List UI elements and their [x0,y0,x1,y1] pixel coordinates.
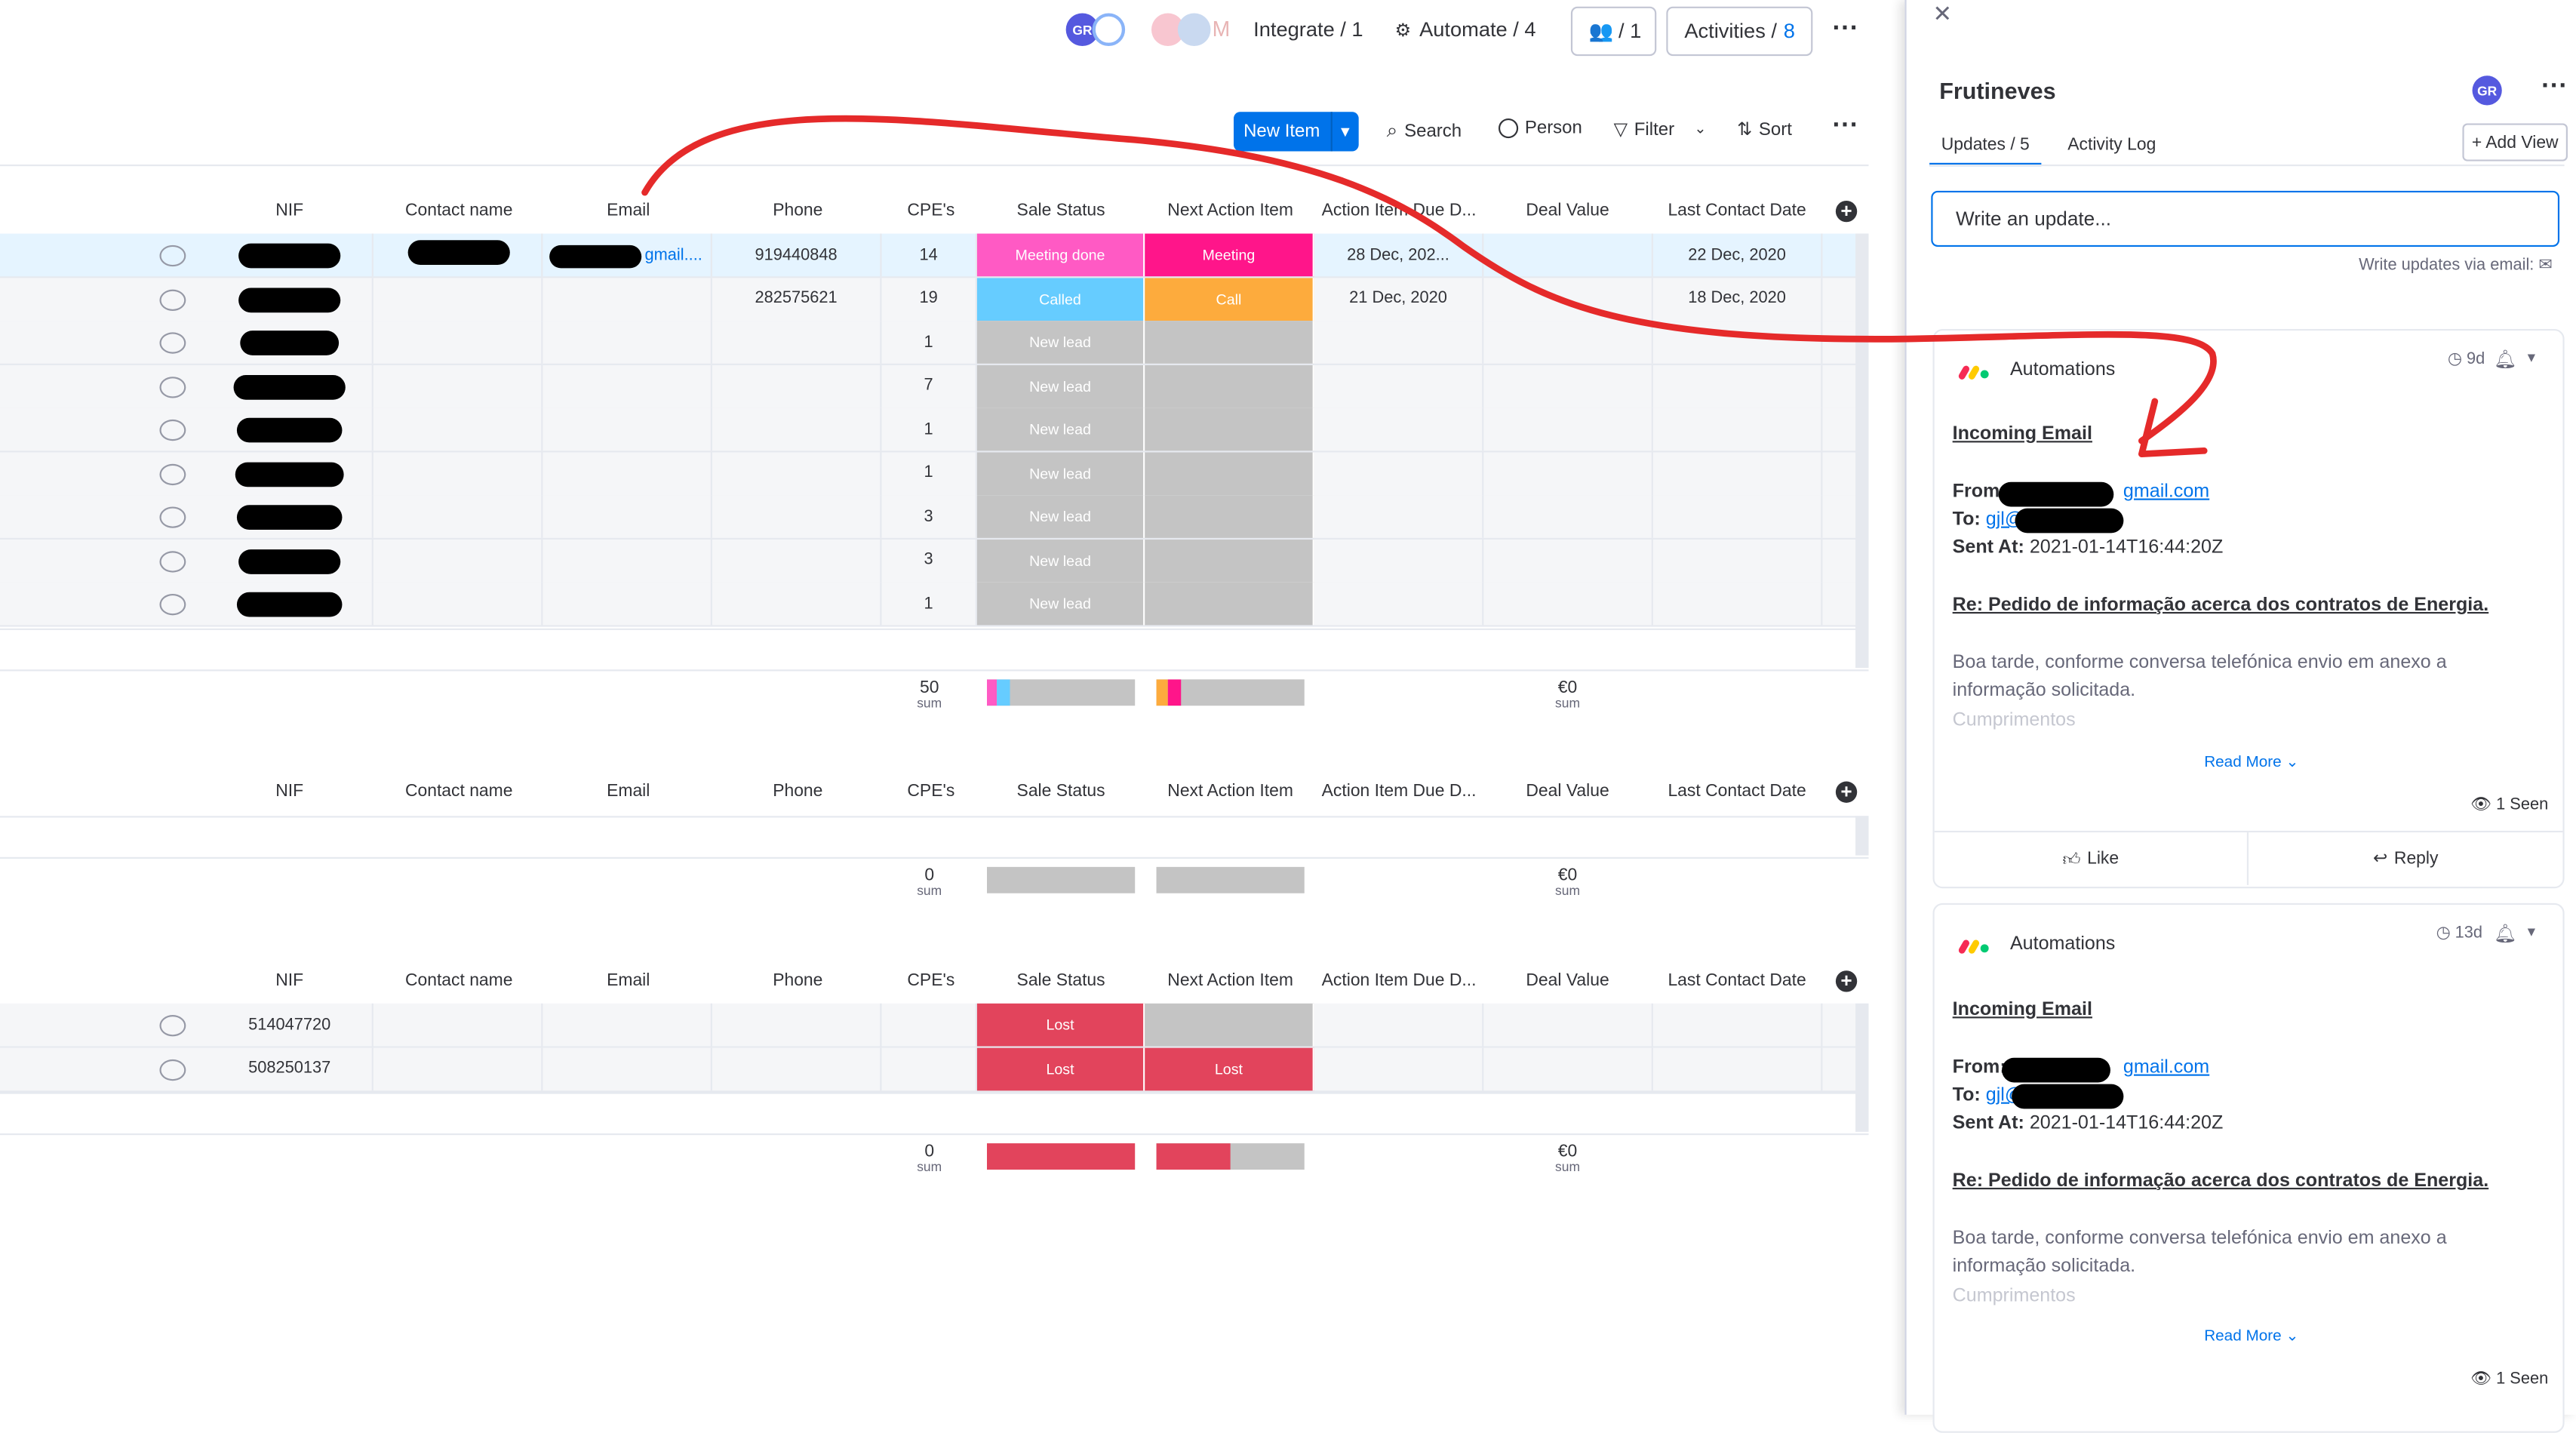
annotation-arrow [641,115,2217,458]
